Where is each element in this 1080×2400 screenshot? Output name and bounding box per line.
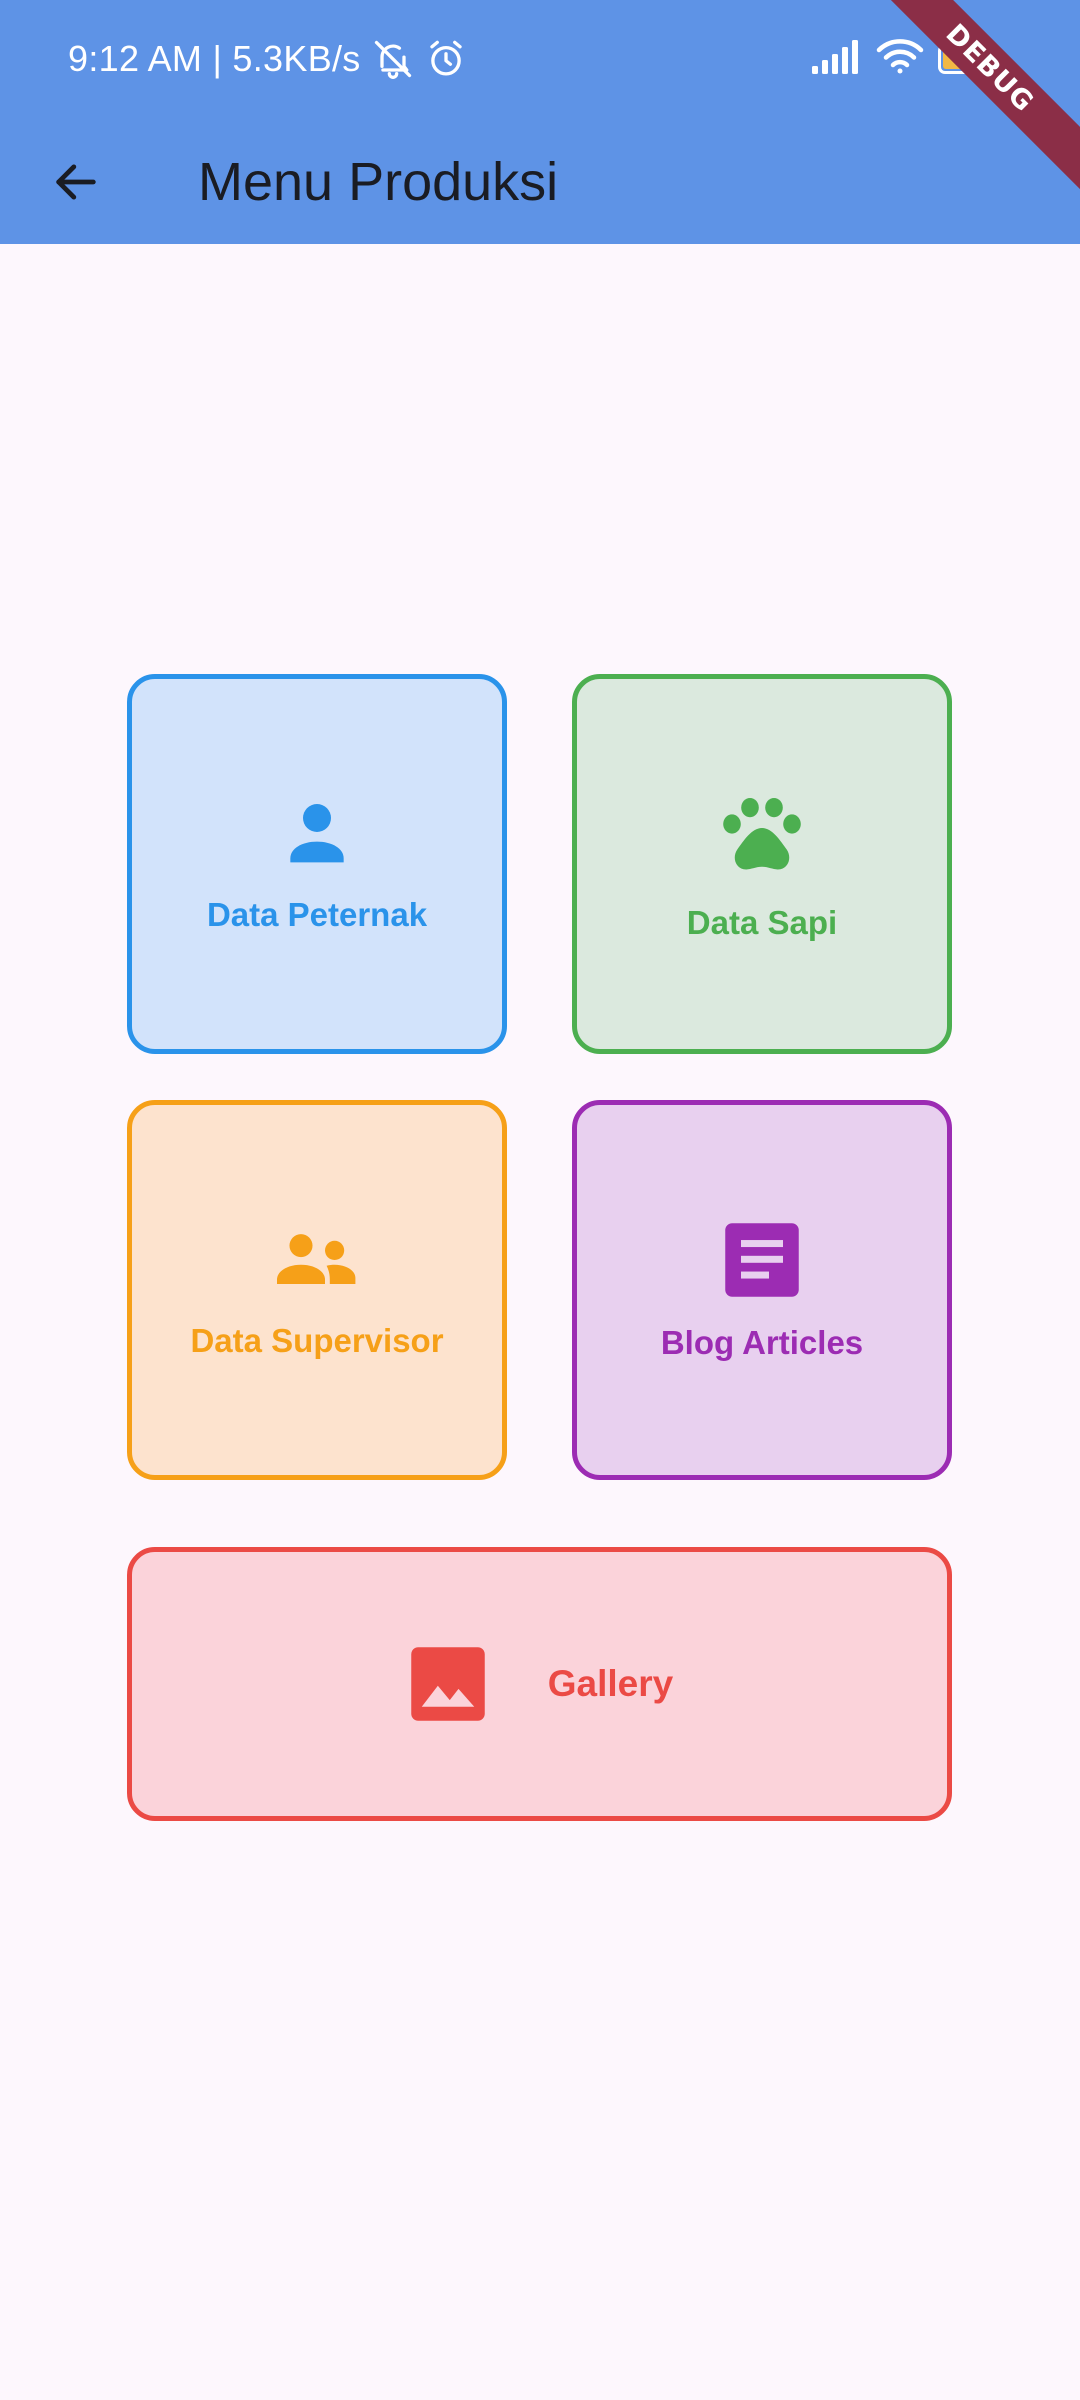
menu-card-label: Data Supervisor [190,1322,444,1359]
status-time: 9:12 AM | 5.3KB/s [68,38,361,79]
article-icon [725,1223,799,1297]
arrow-left-icon [56,164,96,200]
people-icon [277,1234,356,1284]
menu-card-data-peternak[interactable]: Data Peternak [127,674,507,1054]
bell-off-icon [371,37,415,81]
menu-card-label: Data Sapi [686,904,838,941]
menu-card-data-supervisor[interactable]: Data Supervisor [127,1100,507,1480]
app-bar: 9:12 AM | 5.3KB/s Menu Produksi DEBUG [0,0,1080,244]
person-icon [290,804,344,863]
menu-card-label: Data Peternak [206,896,428,933]
menu-card-label: Gallery [547,1663,674,1704]
menu-card-label: Blog Articles [660,1324,864,1361]
menu-card-gallery[interactable]: Gallery [127,1547,952,1821]
signal-icon [812,39,862,79]
alarm-icon [425,38,467,80]
image-icon [411,1647,485,1721]
toolbar: Menu Produksi [0,118,1080,244]
page-title: Menu Produksi [198,152,559,212]
status-left: 9:12 AM | 5.3KB/s [68,36,467,82]
menu-card-blog-articles[interactable]: Blog Articles [572,1100,952,1480]
menu-card-data-sapi[interactable]: Data Sapi [572,674,952,1054]
paw-icon [723,798,801,870]
wifi-icon [876,38,924,81]
back-button[interactable] [36,142,116,222]
